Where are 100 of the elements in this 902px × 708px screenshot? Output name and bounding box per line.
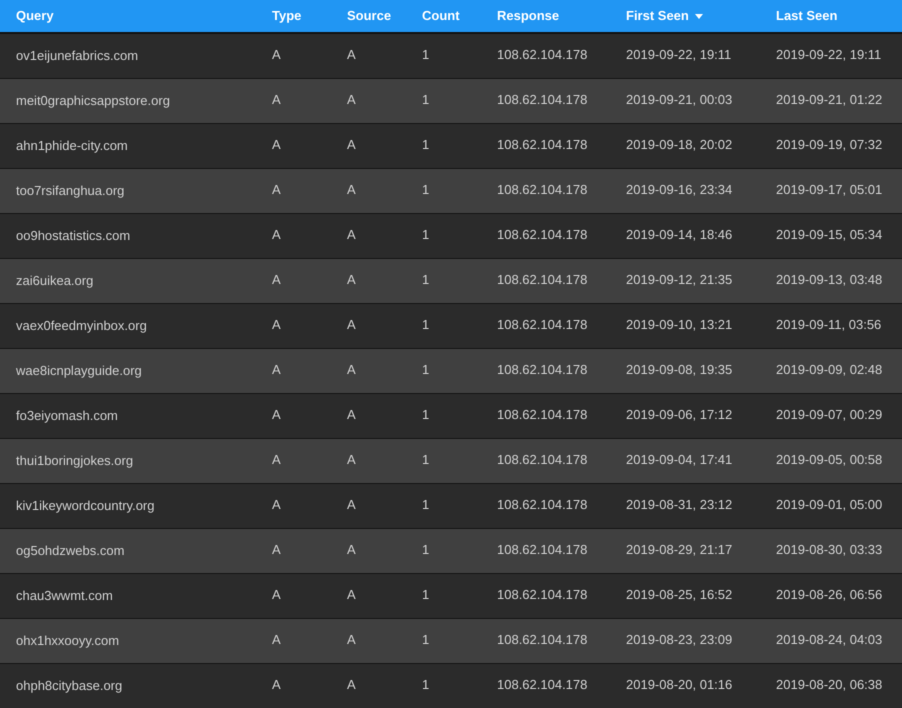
table-cell-text: A [347, 586, 356, 604]
table-cell-text: 108.62.104.178 [497, 676, 588, 694]
table-cell-text: 1 [422, 631, 430, 649]
table-cell-text: 2019-09-18, 20:02 [626, 136, 732, 154]
table-cell-text: A [347, 361, 356, 379]
table-cell-text: 108.62.104.178 [497, 361, 588, 379]
table-cell-text: 2019-09-17, 05:01 [776, 181, 882, 199]
table-cell-text: A [272, 541, 281, 559]
table-cell-text: A [347, 676, 356, 694]
table-cell-text: 2019-09-13, 03:48 [776, 271, 882, 289]
table-cell-text: 2019-09-01, 05:00 [776, 496, 882, 514]
table-cell-text: A [272, 586, 281, 604]
table-cell-text: A [347, 136, 356, 154]
table-row[interactable]: wae8icnplayguide.org A A 1 108.62.104.178 2019-09-08, 19:35 2019-09-09, 02:48 [0, 349, 902, 394]
table-cell-text: A [347, 91, 356, 109]
table-cell-text: A [347, 406, 356, 424]
table-cell-text: 2019-08-20, 06:38 [776, 676, 882, 694]
table-cell-text: 2019-09-22, 19:11 [626, 46, 732, 64]
table-cell-text: A [272, 451, 281, 469]
table-cell-text: 2019-09-06, 17:12 [626, 406, 732, 424]
table-cell-text: ahn1phide-city.com [16, 137, 128, 156]
table-cell-text: A [347, 46, 356, 64]
table-cell-text: 108.62.104.178 [497, 91, 588, 109]
table-cell-text: A [347, 631, 356, 649]
table-cell-text: 1 [422, 676, 430, 694]
table-cell-text: A [347, 451, 356, 469]
table-cell-text: 108.62.104.178 [497, 406, 588, 424]
table-cell-text: 2019-09-08, 19:35 [626, 361, 732, 379]
table-cell-text: A [272, 181, 281, 199]
table-cell-text: A [347, 181, 356, 199]
table-row[interactable]: thui1boringjokes.org A A 1 108.62.104.178 2019-09-04, 17:41 2019-09-05, 00:58 [0, 439, 902, 484]
table-cell-text: 2019-09-10, 13:21 [626, 316, 732, 334]
table-cell-text: thui1boringjokes.org [16, 452, 134, 470]
table-cell-text: A [347, 316, 356, 334]
table-cell-text: 1 [422, 271, 430, 289]
table-cell-text: 1 [422, 451, 430, 469]
table-cell-text: og5ohdzwebs.com [16, 542, 124, 560]
table-cell-text: oo9hostatistics.com [16, 227, 130, 246]
table-cell-text: 2019-09-16, 23:34 [626, 181, 732, 199]
table-cell-text: 2019-08-20, 01:16 [626, 676, 732, 694]
table-cell-text: 108.62.104.178 [497, 586, 588, 604]
table-row[interactable]: meit0graphicsappstore.org A A 1 108.62.104.178 2019-09-21, 00:03 2019-09-21, 01:22 [0, 79, 902, 124]
table-cell-text: ohph8citybase.org [16, 677, 122, 696]
table-cell-text: 1 [422, 91, 430, 109]
table-cell-text: 2019-09-22, 19:11 [776, 46, 882, 64]
table-cell-text: zai6uikea.org [16, 272, 94, 290]
table-cell-text: 1 [422, 541, 430, 559]
table-row[interactable]: og5ohdzwebs.com A A 1 108.62.104.178 2019-08-29, 21:17 2019-08-30, 03:33 [0, 529, 902, 574]
table-cell-text: A [272, 316, 281, 334]
table-cell-text: 2019-09-07, 00:29 [776, 406, 882, 424]
table-cell-text: A [272, 676, 281, 694]
table-cell-text: 108.62.104.178 [497, 631, 588, 649]
table-cell-text: A [272, 406, 281, 424]
table-cell-text: 108.62.104.178 [497, 136, 588, 154]
table-cell-text: 2019-09-09, 02:48 [776, 361, 882, 379]
table-cell-text: A [272, 136, 281, 154]
table-cell-text: A [347, 541, 356, 559]
table-cell-text: 1 [422, 496, 430, 514]
table-cell-text: 2019-08-25, 16:52 [626, 586, 732, 604]
table-cell-text: 108.62.104.178 [497, 496, 588, 514]
table-cell-text: 1 [422, 406, 430, 424]
table-cell-text: too7rsifanghua.org [16, 182, 124, 200]
table-cell-text: 2019-08-31, 23:12 [626, 496, 732, 514]
table-cell-text: 108.62.104.178 [497, 181, 588, 199]
table-cell-text: 2019-09-04, 17:41 [626, 451, 732, 469]
table-cell-text: 1 [422, 361, 430, 379]
table-row[interactable]: zai6uikea.org A A 1 108.62.104.178 2019-09-12, 21:35 2019-09-13, 03:48 [0, 259, 902, 304]
table-cell-text: 2019-09-05, 00:58 [776, 451, 882, 469]
table-cell-text: A [272, 631, 281, 649]
table-cell-text: A [272, 46, 281, 64]
table-cell-text: 1 [422, 226, 430, 244]
table-cell-text: ohx1hxxooyy.com [16, 632, 120, 650]
table-cell-text: 108.62.104.178 [497, 46, 588, 64]
table-cell-text: 2019-08-26, 06:56 [776, 586, 882, 604]
table-row[interactable]: too7rsifanghua.org A A 1 108.62.104.178 2019-09-16, 23:34 2019-09-17, 05:01 [0, 169, 902, 214]
table-cell-text: A [272, 226, 281, 244]
table-cell-text: 2019-09-21, 00:03 [626, 91, 732, 109]
table-cell-text: 2019-09-11, 03:56 [776, 316, 882, 334]
table-cell-text: 108.62.104.178 [497, 541, 588, 559]
table-cell-text: 2019-09-15, 05:34 [776, 226, 882, 244]
table-cell-text: wae8icnplayguide.org [16, 362, 142, 380]
table-cell-text: A [272, 496, 281, 514]
table-cell-text: ov1eijunefabrics.com [16, 47, 138, 66]
table-row[interactable]: ohx1hxxooyy.com A A 1 108.62.104.178 2019-08-23, 23:09 2019-08-24, 04:03 [0, 619, 902, 664]
table-cell-text: chau3wwmt.com [16, 587, 113, 606]
table-cell-text: 2019-08-30, 03:33 [776, 541, 882, 559]
table-cell-text: A [347, 271, 356, 289]
table-cell-text: 2019-08-29, 21:17 [626, 541, 732, 559]
table-cell-text: 2019-08-23, 23:09 [626, 631, 732, 649]
table-cell-text: A [272, 361, 281, 379]
table-cell-text: meit0graphicsappstore.org [16, 92, 170, 110]
table-cell-text: A [272, 271, 281, 289]
table-cell-text: 1 [422, 181, 430, 199]
table-cell-text: A [347, 496, 356, 514]
table-cell-text: 2019-08-24, 04:03 [776, 631, 882, 649]
table-cell-text: 108.62.104.178 [497, 316, 588, 334]
table-cell-text: 2019-09-14, 18:46 [626, 226, 732, 244]
table-cell-text: 2019-09-12, 21:35 [626, 271, 732, 289]
table-cell-text: 1 [422, 316, 430, 334]
table-cell-text: A [272, 91, 281, 109]
